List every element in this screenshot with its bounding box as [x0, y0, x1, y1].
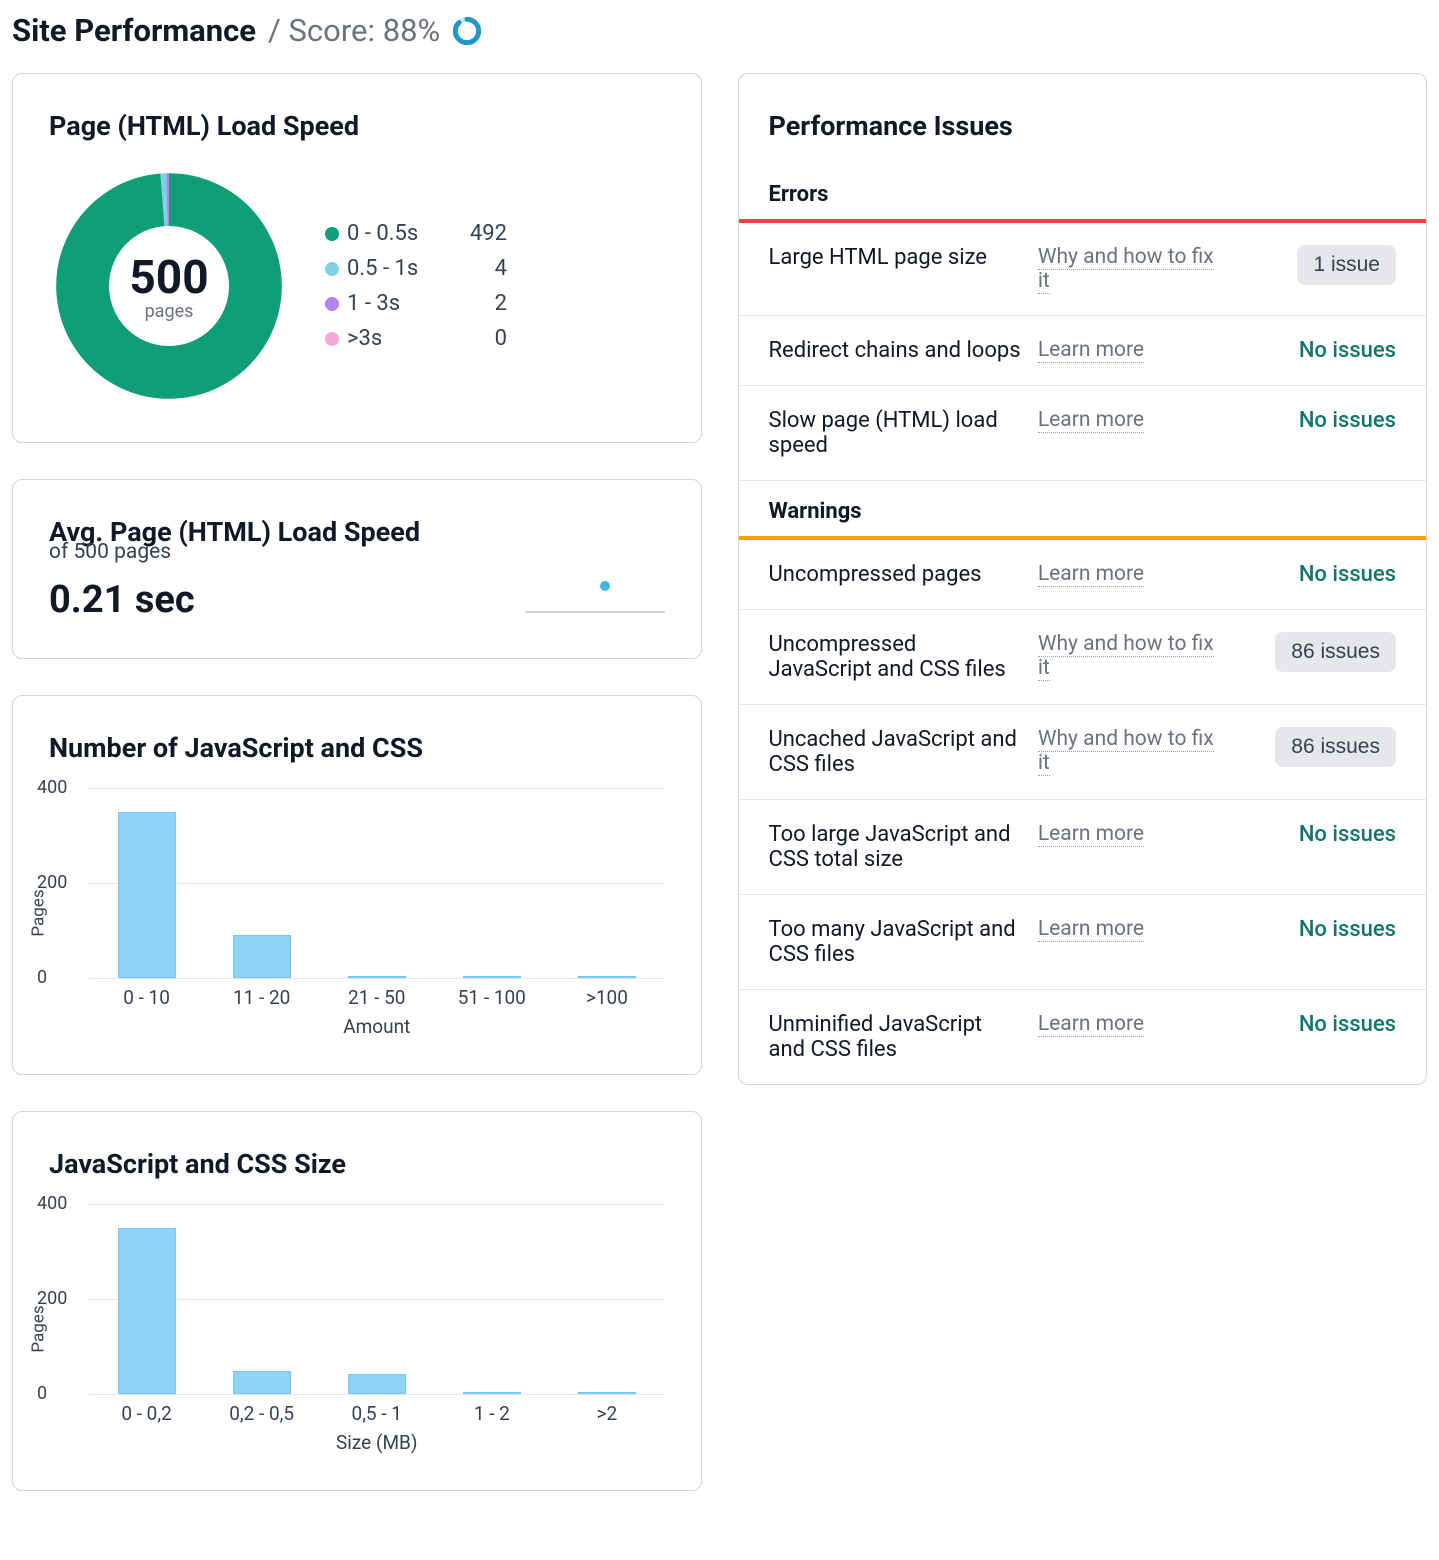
- js-css-count-chart: Pages40020000 - 1011 - 2021 - 5051 - 100…: [89, 788, 665, 1038]
- issue-status-ok: No issues: [1299, 408, 1396, 433]
- issue-row: Uncached JavaScript and CSS files Why and…: [739, 705, 1427, 800]
- issue-help-link[interactable]: Learn more: [1038, 1012, 1144, 1037]
- y-tick-label: 200: [37, 872, 67, 893]
- avg-speed-sparkline: [525, 576, 665, 622]
- issues-card: Performance Issues ErrorsLarge HTML page…: [738, 73, 1428, 1085]
- legend-dot-icon: [325, 332, 339, 346]
- issue-help-link[interactable]: Why and how to fix it: [1038, 727, 1214, 776]
- issue-count-button[interactable]: 86 issues: [1275, 727, 1396, 767]
- issues-title: Performance Issues: [739, 110, 1427, 164]
- legend-row: 0.5 - 1s4: [325, 256, 507, 281]
- issues-section-header: Errors: [739, 164, 1427, 223]
- load-speed-donut: 500 pages: [49, 166, 289, 406]
- x-tick-label: 0,5 - 1: [319, 1402, 434, 1425]
- issue-count-button[interactable]: 86 issues: [1275, 632, 1396, 672]
- issue-help-link[interactable]: Why and how to fix it: [1038, 245, 1214, 294]
- issue-help-link[interactable]: Learn more: [1038, 822, 1144, 847]
- avg-speed-card: Avg. Page (HTML) Load Speed of 500 pages…: [12, 479, 702, 659]
- y-tick-label: 200: [37, 1288, 67, 1309]
- load-speed-legend: 0 - 0.5s4920.5 - 1s41 - 3s2>3s0: [325, 221, 507, 351]
- y-tick-label: 0: [37, 967, 47, 988]
- load-speed-card: Page (HTML) Load Speed 500 pages 0 - 0.5…: [12, 73, 702, 443]
- page-title: Site Performance: [12, 12, 256, 49]
- legend-label: 0 - 0.5s: [347, 221, 447, 246]
- x-tick-label: >2: [549, 1402, 664, 1425]
- issue-name: Large HTML page size: [769, 245, 1024, 270]
- js-css-size-title: JavaScript and CSS Size: [49, 1148, 665, 1180]
- avg-speed-value: 0.21 sec: [49, 578, 195, 622]
- donut-center-label: pages: [145, 301, 194, 322]
- x-tick-label: >100: [549, 986, 664, 1009]
- score-text: / Score: 88%: [268, 12, 440, 49]
- legend-value: 2: [447, 291, 507, 316]
- issue-name: Too many JavaScript and CSS files: [769, 917, 1024, 967]
- legend-row: 1 - 3s2: [325, 291, 507, 316]
- x-axis-label: Size (MB): [89, 1431, 665, 1454]
- issue-help-link[interactable]: Learn more: [1038, 562, 1144, 587]
- legend-value: 492: [447, 221, 507, 246]
- legend-value: 4: [447, 256, 507, 281]
- legend-label: 1 - 3s: [347, 291, 447, 316]
- legend-dot-icon: [325, 297, 339, 311]
- legend-dot-icon: [325, 262, 339, 276]
- issue-row: Too many JavaScript and CSS files Learn m…: [739, 895, 1427, 990]
- legend-label: 0.5 - 1s: [347, 256, 447, 281]
- x-tick-label: 0 - 0,2: [89, 1402, 204, 1425]
- issue-name: Too large JavaScript and CSS total size: [769, 822, 1024, 872]
- donut-center-value: 500: [129, 251, 208, 305]
- legend-value: 0: [447, 326, 507, 351]
- x-tick-label: 0 - 10: [89, 986, 204, 1009]
- issue-name: Slow page (HTML) load speed: [769, 408, 1024, 458]
- legend-row: >3s0: [325, 326, 507, 351]
- issue-row: Unminified JavaScript and CSS files Learn…: [739, 990, 1427, 1084]
- y-tick-label: 400: [37, 1193, 67, 1214]
- issue-row: Redirect chains and loops Learn more No is…: [739, 316, 1427, 386]
- left-column: Page (HTML) Load Speed 500 pages 0 - 0.5…: [12, 73, 702, 1491]
- js-css-count-title: Number of JavaScript and CSS: [49, 732, 665, 764]
- y-tick-label: 400: [37, 777, 67, 798]
- issue-status-ok: No issues: [1299, 822, 1396, 847]
- x-tick-label: 0,2 - 0,5: [204, 1402, 319, 1425]
- js-css-count-card: Number of JavaScript and CSS Pages400200…: [12, 695, 702, 1075]
- score-gauge-icon: [452, 16, 482, 46]
- x-axis-label: Amount: [89, 1015, 665, 1038]
- issue-help-link[interactable]: Learn more: [1038, 408, 1144, 433]
- legend-row: 0 - 0.5s492: [325, 221, 507, 246]
- issue-help-link[interactable]: Why and how to fix it: [1038, 632, 1214, 681]
- issue-name: Redirect chains and loops: [769, 338, 1024, 363]
- issue-status-ok: No issues: [1299, 562, 1396, 587]
- y-axis-label: Pages: [29, 889, 49, 936]
- issue-name: Uncompressed JavaScript and CSS files: [769, 632, 1024, 682]
- x-tick-label: 21 - 50: [319, 986, 434, 1009]
- x-tick-label: 11 - 20: [204, 986, 319, 1009]
- x-tick-label: 1 - 2: [434, 1402, 549, 1425]
- issue-name: Uncompressed pages: [769, 562, 1024, 587]
- legend-label: >3s: [347, 326, 447, 351]
- issue-status-ok: No issues: [1299, 338, 1396, 363]
- y-axis-label: Pages: [29, 1305, 49, 1352]
- issue-count-button[interactable]: 1 issue: [1297, 245, 1396, 285]
- right-column: Performance Issues ErrorsLarge HTML page…: [738, 73, 1428, 1085]
- issue-help-link[interactable]: Learn more: [1038, 338, 1144, 363]
- issue-status-ok: No issues: [1299, 1012, 1396, 1037]
- issue-row: Slow page (HTML) load speed Learn more No …: [739, 386, 1427, 481]
- y-tick-label: 0: [37, 1383, 47, 1404]
- issue-row: Uncompressed JavaScript and CSS files Why…: [739, 610, 1427, 705]
- issue-row: Large HTML page size Why and how to fix i…: [739, 223, 1427, 316]
- issue-row: Uncompressed pages Learn more No issues: [739, 540, 1427, 610]
- issue-row: Too large JavaScript and CSS total size L…: [739, 800, 1427, 895]
- js-css-size-chart: Pages40020000 - 0,20,2 - 0,50,5 - 11 - 2…: [89, 1204, 665, 1454]
- legend-dot-icon: [325, 227, 339, 241]
- issue-help-link[interactable]: Learn more: [1038, 917, 1144, 942]
- load-speed-title: Page (HTML) Load Speed: [49, 110, 665, 142]
- x-tick-label: 51 - 100: [434, 986, 549, 1009]
- page-header: Site Performance / Score: 88%: [12, 12, 1427, 49]
- issues-section-header: Warnings: [739, 481, 1427, 540]
- issue-name: Unminified JavaScript and CSS files: [769, 1012, 1024, 1062]
- js-css-size-card: JavaScript and CSS Size Pages40020000 - …: [12, 1111, 702, 1491]
- issue-name: Uncached JavaScript and CSS files: [769, 727, 1024, 777]
- issue-status-ok: No issues: [1299, 917, 1396, 942]
